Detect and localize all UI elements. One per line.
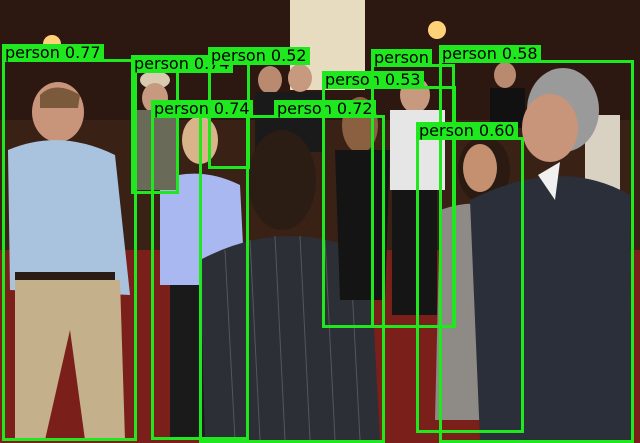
person-bbox-label: person 0.60	[416, 122, 518, 140]
person-bbox-label: person 0.58	[439, 45, 541, 63]
person-bbox: person 0.60	[416, 122, 524, 433]
detection-photo: person 0.77 person 0.74 person 0.52 pers…	[0, 0, 640, 443]
person-bbox: person 0.77	[2, 44, 137, 441]
person-bbox-label: person 0.77	[2, 44, 104, 62]
person-bbox-label: person 0.52	[208, 47, 310, 65]
person-bbox-label: person	[371, 49, 432, 67]
